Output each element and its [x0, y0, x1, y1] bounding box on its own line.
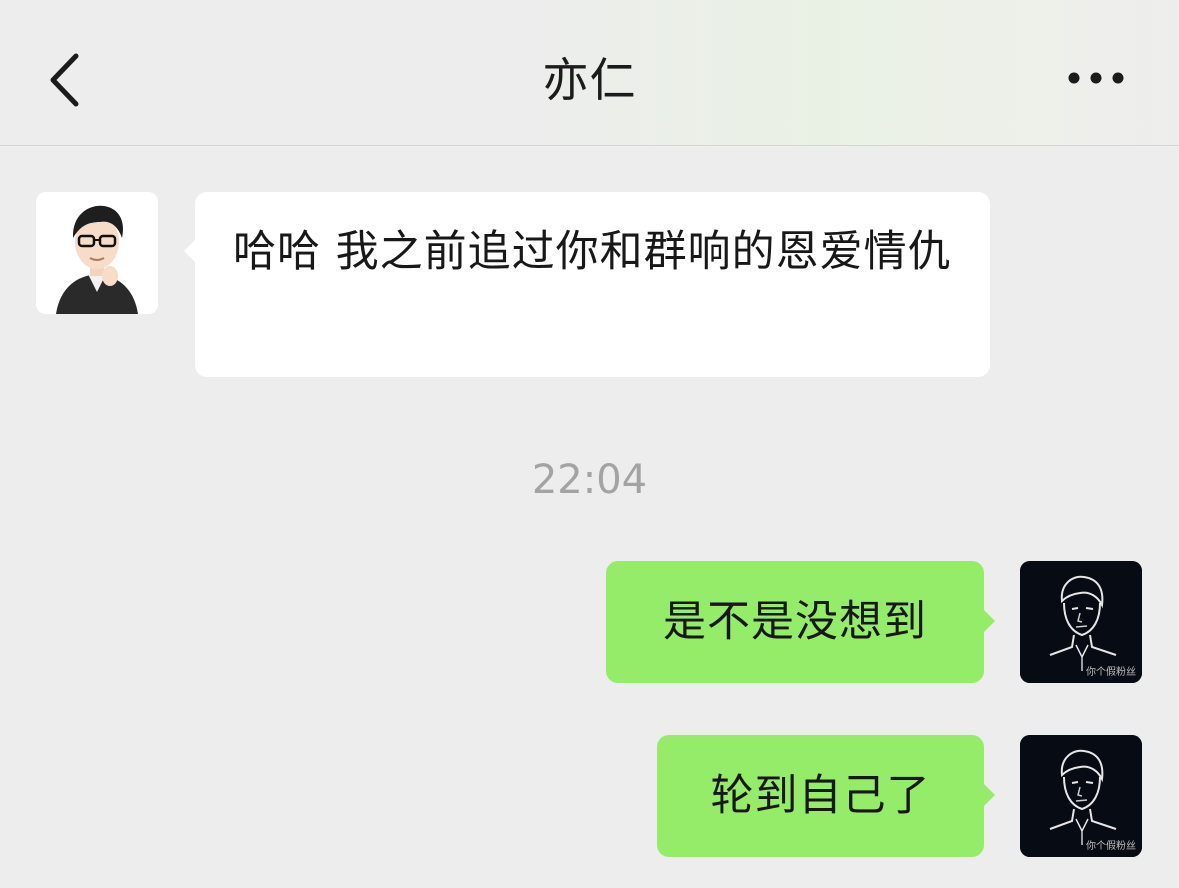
bubble-tail	[184, 239, 196, 263]
cartoon-man-avatar-icon	[36, 192, 158, 314]
message-bubble-sent[interactable]: 轮到自己了	[657, 735, 995, 857]
my-avatar[interactable]: 你个假粉丝	[1020, 735, 1142, 857]
avatar-watermark: 你个假粉丝	[1086, 667, 1136, 678]
avatar-watermark: 你个假粉丝	[1086, 841, 1136, 852]
message-timestamp: 22:04	[531, 457, 648, 503]
bubble-tail	[983, 783, 995, 807]
more-horizontal-icon	[1068, 72, 1124, 84]
chat-header: 亦仁	[0, 0, 1179, 146]
chat-title: 亦仁	[542, 53, 637, 107]
message-bubble-sent[interactable]: 是不是没想到	[606, 561, 995, 683]
message-text: 是不是没想到	[663, 597, 927, 647]
sketch-man-avatar-icon	[1020, 735, 1142, 857]
bubble-tail	[983, 609, 995, 633]
sketch-man-avatar-icon	[1020, 561, 1142, 683]
my-avatar[interactable]: 你个假粉丝	[1020, 561, 1142, 683]
more-button[interactable]	[1060, 60, 1132, 96]
contact-avatar[interactable]	[36, 192, 158, 314]
message-text: 轮到自己了	[710, 771, 931, 821]
message-text: 哈哈 我之前追过你和群响的恩爱情仇	[233, 227, 952, 277]
message-bubble-received[interactable]: 哈哈 我之前追过你和群响的恩爱情仇	[184, 192, 990, 377]
